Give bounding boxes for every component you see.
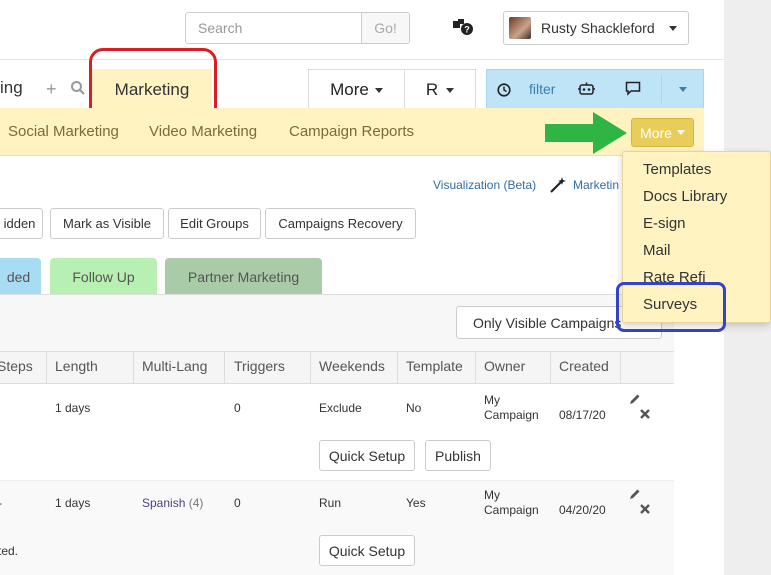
column-divider [46, 352, 47, 383]
tab-more[interactable]: More [308, 69, 405, 111]
mark-as-visible-button[interactable]: Mark as Visible [50, 208, 164, 239]
chat-icon[interactable] [625, 81, 641, 96]
close-icon[interactable] [639, 503, 651, 515]
column-divider [310, 352, 311, 383]
help-chat-icon[interactable]: ? [453, 18, 473, 36]
subnav-more-label: More [640, 124, 672, 141]
row2-weekends: Run [319, 496, 342, 510]
chevron-down-icon [676, 130, 685, 135]
filter-toolbar [486, 69, 704, 109]
menu-item-docs-library[interactable]: Docs Library [643, 188, 727, 205]
marketing-link[interactable]: Marketin [573, 178, 619, 192]
subnav-item-social-marketing[interactable]: Social Marketing [8, 123, 119, 140]
column-divider [475, 352, 476, 383]
wand-icon[interactable] [549, 176, 567, 194]
user-name: Rusty Shackleford [541, 20, 655, 36]
row1-template: No [406, 401, 422, 415]
subnav-item-video-marketing[interactable]: Video Marketing [149, 123, 257, 140]
robot-icon[interactable] [578, 82, 595, 96]
search-input[interactable] [185, 12, 362, 44]
col-multi-lang[interactable]: Multi-Lang [142, 358, 207, 374]
more-dropdown-menu: Templates Docs Library E-sign Mail Rate … [622, 151, 771, 323]
column-divider [620, 352, 621, 383]
menu-item-templates[interactable]: Templates [643, 161, 711, 178]
row2-note: ted. [0, 544, 19, 558]
menu-item-surveys[interactable]: Surveys [643, 296, 697, 313]
chevron-down-icon[interactable] [679, 87, 687, 92]
close-icon[interactable] [639, 408, 651, 420]
quick-setup-button[interactable]: Quick Setup [319, 535, 415, 566]
visibility-select-value: Only Visible Campaigns [473, 314, 622, 331]
subnav-item-campaign-reports[interactable]: Campaign Reports [289, 123, 414, 140]
visualization-link[interactable]: Visualization (Beta) [433, 178, 536, 192]
tab-category-partial[interactable]: ded [0, 258, 41, 295]
chevron-down-icon [668, 25, 677, 31]
column-divider [550, 352, 551, 383]
row2-multilang-count: (4) [188, 496, 204, 510]
plus-icon[interactable]: + [46, 79, 57, 100]
col-length[interactable]: Length [55, 358, 98, 374]
tab-r[interactable]: R [404, 69, 476, 111]
chevron-down-icon [374, 87, 383, 93]
row1-created: 08/17/20 [559, 408, 606, 422]
tab-partial[interactable]: ing [0, 78, 23, 98]
row2-partial-mark: - [0, 496, 2, 510]
filter-label[interactable]: filter [529, 81, 555, 97]
publish-button[interactable]: Publish [425, 440, 491, 471]
col-triggers[interactable]: Triggers [234, 358, 285, 374]
campaigns-recovery-button[interactable]: Campaigns Recovery [265, 208, 416, 239]
col-created[interactable]: Created [559, 358, 609, 374]
row1-weekends: Exclude [319, 401, 362, 415]
tab-follow-up[interactable]: Follow Up [50, 258, 157, 295]
clock-icon[interactable] [497, 83, 511, 97]
user-menu-button[interactable]: Rusty Shackleford [503, 11, 689, 45]
row1-owner: My Campaign [484, 393, 539, 422]
row2-length: 1 days [55, 496, 91, 510]
go-button[interactable]: Go! [361, 12, 410, 44]
row2-owner: My Campaign [484, 488, 539, 517]
row1-length: 1 days [55, 401, 91, 415]
pencil-icon[interactable] [629, 488, 641, 500]
tab-partner-marketing[interactable]: Partner Marketing [165, 258, 322, 295]
chevron-down-icon [446, 87, 455, 93]
quick-setup-button[interactable]: Quick Setup [319, 440, 415, 471]
col-steps[interactable]: Steps [0, 358, 33, 374]
row2-multilang: Spanish (4) [142, 496, 203, 510]
green-arrow-icon [545, 112, 627, 154]
subnav-more-button[interactable]: More [631, 118, 694, 147]
tab-r-label: R [425, 80, 439, 99]
column-divider [224, 352, 225, 383]
hidden-button[interactable]: idden [0, 208, 43, 239]
row2-triggers: 0 [234, 496, 241, 510]
menu-item-e-sign[interactable]: E-sign [643, 215, 686, 232]
row2-multilang-value: Spanish [142, 496, 186, 510]
toolbar-divider [661, 75, 662, 103]
svg-text:?: ? [464, 25, 470, 35]
edit-groups-button[interactable]: Edit Groups [168, 208, 261, 239]
col-owner[interactable]: Owner [484, 358, 525, 374]
row1-triggers: 0 [234, 401, 241, 415]
col-template[interactable]: Template [406, 358, 463, 374]
search-icon[interactable] [70, 80, 86, 96]
menu-item-mail[interactable]: Mail [643, 242, 671, 259]
avatar [509, 17, 531, 39]
column-divider [397, 352, 398, 383]
tab-more-label: More [330, 80, 369, 99]
pencil-icon[interactable] [629, 393, 641, 405]
row2-template: Yes [406, 496, 426, 510]
row2-created: 04/20/20 [559, 503, 606, 517]
col-weekends[interactable]: Weekends [319, 358, 385, 374]
menu-item-rate-refi[interactable]: Rate Refi [643, 269, 706, 286]
column-divider [133, 352, 134, 383]
